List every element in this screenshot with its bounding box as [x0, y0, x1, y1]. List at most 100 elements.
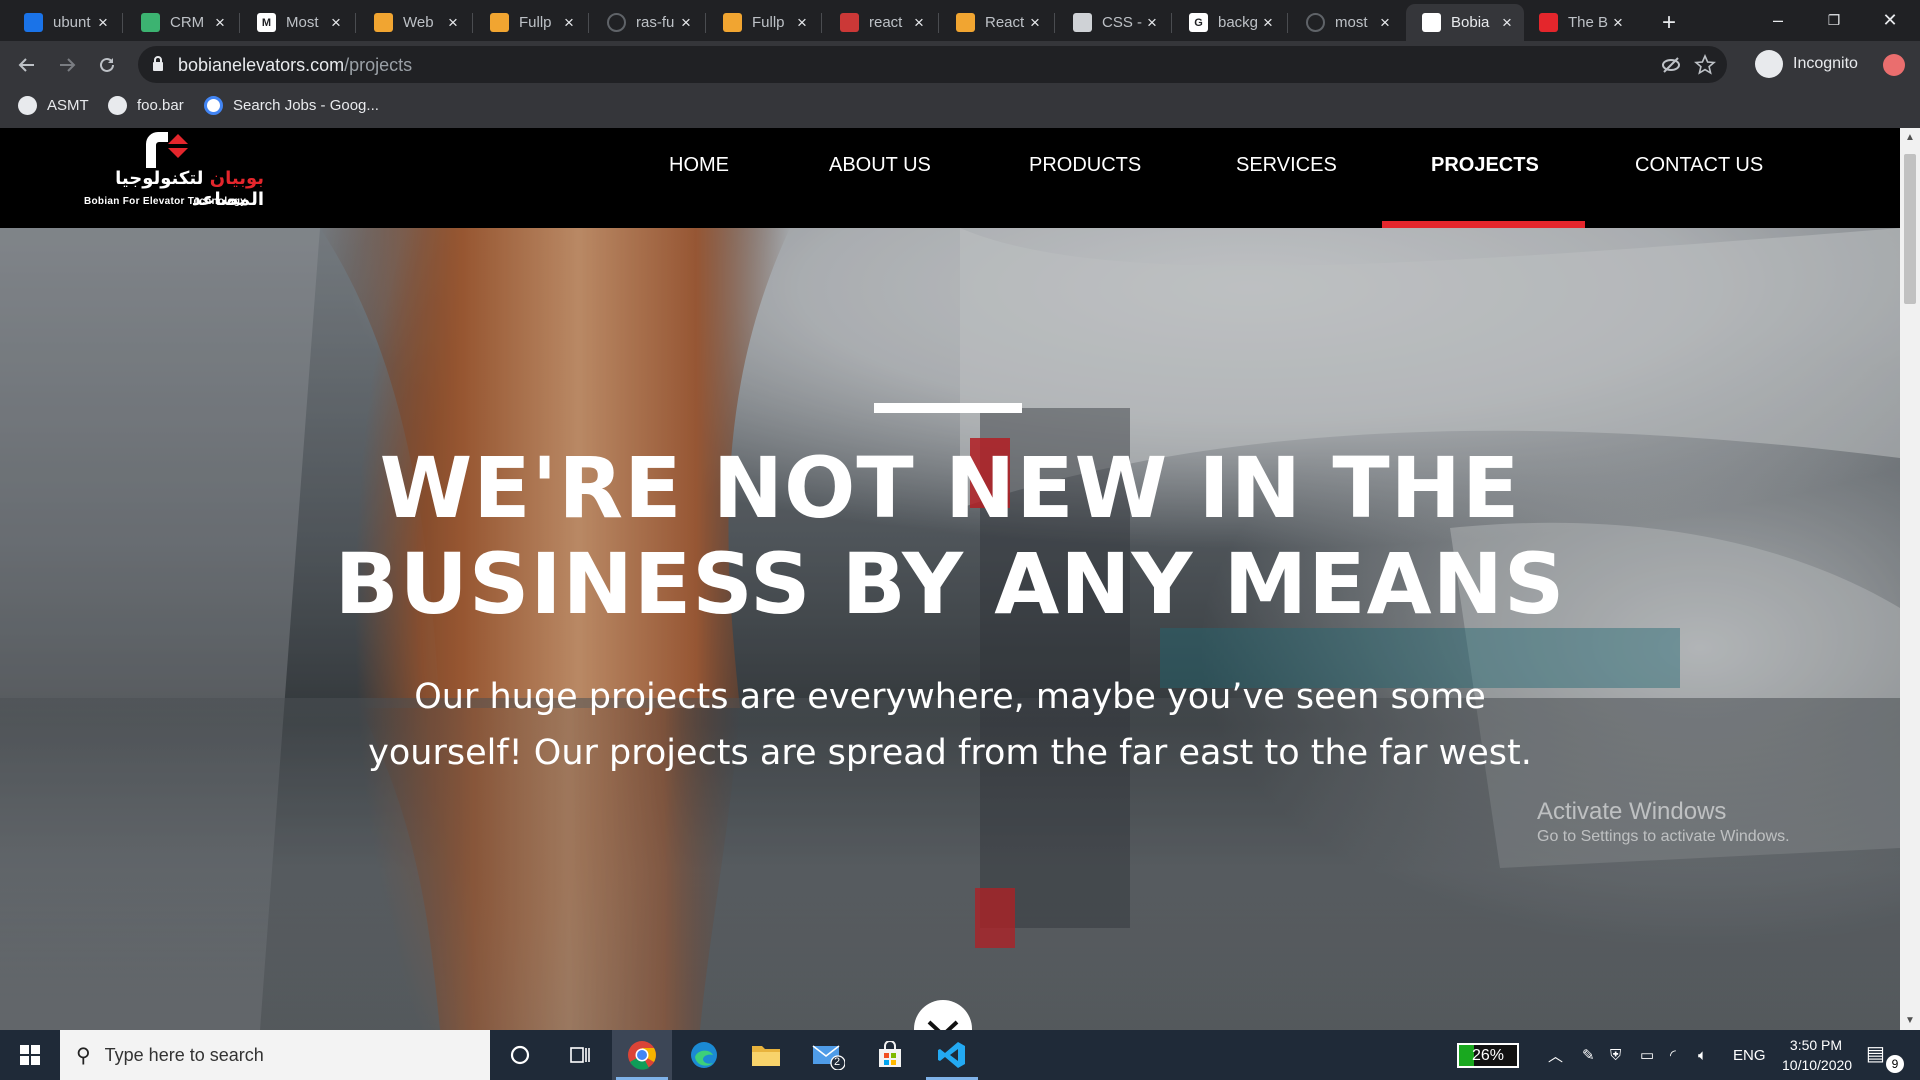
scroll-up-arrow-icon[interactable]: ▲ [1900, 132, 1920, 143]
tab-favicon-icon [1073, 13, 1092, 32]
new-tab-button[interactable]: + [1655, 9, 1683, 37]
pen-icon[interactable]: ✎ [1582, 1030, 1595, 1080]
bookmark-star-icon[interactable] [1694, 54, 1716, 76]
tab-close-icon[interactable]: × [444, 13, 462, 33]
bookmark-label: ASMT [47, 97, 89, 114]
minimize-button[interactable]: – [1750, 0, 1806, 40]
tab-close-icon[interactable]: × [1498, 13, 1516, 33]
browser-tab[interactable]: M Most × [241, 4, 353, 41]
forward-button[interactable] [51, 49, 83, 81]
bookmark-foobar[interactable]: foo.bar [108, 96, 184, 115]
browser-tab[interactable]: React × [940, 4, 1052, 41]
logo-arabic-red: بوبيان [209, 168, 264, 189]
nav-services[interactable]: SERVICES [1236, 154, 1337, 177]
eye-slash-icon[interactable] [1660, 54, 1682, 76]
tab-title: Fullp [519, 14, 552, 31]
incognito-indicator[interactable]: Incognito [1755, 47, 1858, 81]
browser-tab[interactable]: CRM × [125, 4, 237, 41]
browser-tab[interactable]: Bobia × [1406, 4, 1524, 41]
tab-favicon-icon [24, 13, 43, 32]
security-icon[interactable]: ⛨ [1610, 1030, 1621, 1080]
tab-close-icon[interactable]: × [1259, 13, 1277, 33]
volume-icon[interactable]: 🔈︎ [1698, 1030, 1707, 1080]
bookmark-asmt[interactable]: ASMT [18, 96, 89, 115]
tab-close-icon[interactable]: × [211, 13, 229, 33]
taskbar-file-explorer[interactable] [736, 1030, 796, 1080]
taskbar-vscode[interactable] [922, 1030, 982, 1080]
windows-taskbar: ⚲ Type here to search 2 26% ︿ ✎ ⛨ ▭ ◜ 🔈︎… [0, 1030, 1920, 1080]
action-center-button[interactable]: ▤ 9 [1866, 1041, 1906, 1073]
browser-tab[interactable]: CSS - × [1057, 4, 1169, 41]
taskbar-mail[interactable]: 2 [798, 1030, 858, 1080]
cortana-button[interactable] [490, 1030, 550, 1080]
nav-about-us[interactable]: ABOUT US [829, 154, 931, 177]
tab-close-icon[interactable]: × [1376, 13, 1394, 33]
battery-tray-icon[interactable]: ▭ [1640, 1030, 1654, 1080]
browser-tab[interactable]: ras-fu × [591, 4, 703, 41]
cortana-circle-icon [510, 1045, 530, 1065]
scroll-down-arrow-icon[interactable]: ▼ [1900, 1015, 1920, 1026]
tab-separator [239, 13, 240, 33]
back-button[interactable] [11, 49, 43, 81]
store-icon [879, 1041, 901, 1067]
tab-close-icon[interactable]: × [327, 13, 345, 33]
task-view-button[interactable] [550, 1030, 610, 1080]
restore-button[interactable]: ❐ [1806, 0, 1862, 40]
tab-close-icon[interactable]: × [1143, 13, 1161, 33]
taskbar-search-box[interactable]: ⚲ Type here to search [60, 1030, 490, 1080]
address-bar[interactable]: bobianelevators.com/projects [138, 46, 1727, 83]
browser-tab[interactable]: ubunt × [8, 4, 120, 41]
tab-close-icon[interactable]: × [910, 13, 928, 33]
hero-title-line1: WE'RE NOT NEW IN THE [379, 439, 1521, 537]
page-scrollbar[interactable]: ▲ ▼ [1900, 128, 1920, 1030]
tab-close-icon[interactable]: × [1609, 13, 1627, 33]
search-icon: ⚲ [76, 1044, 91, 1067]
browser-tab[interactable]: Web × [358, 4, 470, 41]
page-viewport: بوبيان لتكنولوجيا المصاعد Bobian For Ele… [0, 128, 1900, 1030]
site-logo[interactable]: بوبيان لتكنولوجيا المصاعد Bobian For Ele… [82, 128, 272, 210]
chevron-down-icon [927, 1020, 959, 1030]
browser-tab[interactable]: Fullp × [707, 4, 819, 41]
extension-icon[interactable] [1883, 54, 1905, 76]
bookmark-search-jobs[interactable]: Search Jobs - Goog... [204, 96, 379, 115]
tab-close-icon[interactable]: × [560, 13, 578, 33]
taskbar-edge[interactable] [674, 1030, 734, 1080]
browser-tab[interactable]: most × [1290, 4, 1402, 41]
tab-close-icon[interactable]: × [793, 13, 811, 33]
globe-icon [108, 96, 127, 115]
browser-tab[interactable]: Gbackg × [1173, 4, 1285, 41]
forward-arrow-icon [60, 58, 76, 72]
tab-title: Fullp [752, 14, 785, 31]
url-host: bobianelevators.com [178, 55, 345, 75]
browser-tab[interactable]: react × [824, 4, 936, 41]
taskbar-store[interactable] [860, 1030, 920, 1080]
language-indicator[interactable]: ENG [1733, 1030, 1766, 1080]
nav-products[interactable]: PRODUCTS [1029, 154, 1141, 177]
scrollbar-thumb[interactable] [1904, 154, 1916, 304]
reload-button[interactable] [91, 49, 123, 81]
tab-close-icon[interactable]: × [94, 13, 112, 33]
browser-tab[interactable]: Fullp × [474, 4, 586, 41]
nav-contact-us[interactable]: CONTACT US [1635, 154, 1763, 177]
browser-tab-strip: ubunt × CRM × M Most × Web × Fullp × ras-fu × Fullp × r… [0, 0, 1920, 41]
nav-home[interactable]: HOME [669, 154, 729, 177]
tab-favicon-icon: M [257, 13, 276, 32]
tab-separator [1054, 13, 1055, 33]
battery-indicator[interactable]: 26% [1457, 1043, 1519, 1068]
google-icon [204, 96, 223, 115]
show-hidden-icons[interactable]: ︿ [1548, 1030, 1563, 1080]
wifi-icon[interactable]: ◜ [1670, 1030, 1676, 1080]
tab-close-icon[interactable]: × [1026, 13, 1044, 33]
nav-projects[interactable]: PROJECTS [1431, 154, 1539, 177]
tab-title: ras-fu [636, 14, 675, 31]
tab-separator [122, 13, 123, 33]
taskbar-chrome[interactable] [612, 1030, 672, 1080]
browser-tab[interactable]: The B × [1523, 4, 1635, 41]
tab-favicon-icon [490, 13, 509, 32]
tab-title: Web [403, 14, 434, 31]
close-window-button[interactable]: ✕ [1862, 0, 1918, 40]
taskbar-clock[interactable]: 3:50 PM 10/10/2020 [1782, 1035, 1852, 1075]
notification-count: 9 [1886, 1055, 1904, 1073]
start-button[interactable] [0, 1030, 60, 1080]
tab-close-icon[interactable]: × [677, 13, 695, 33]
